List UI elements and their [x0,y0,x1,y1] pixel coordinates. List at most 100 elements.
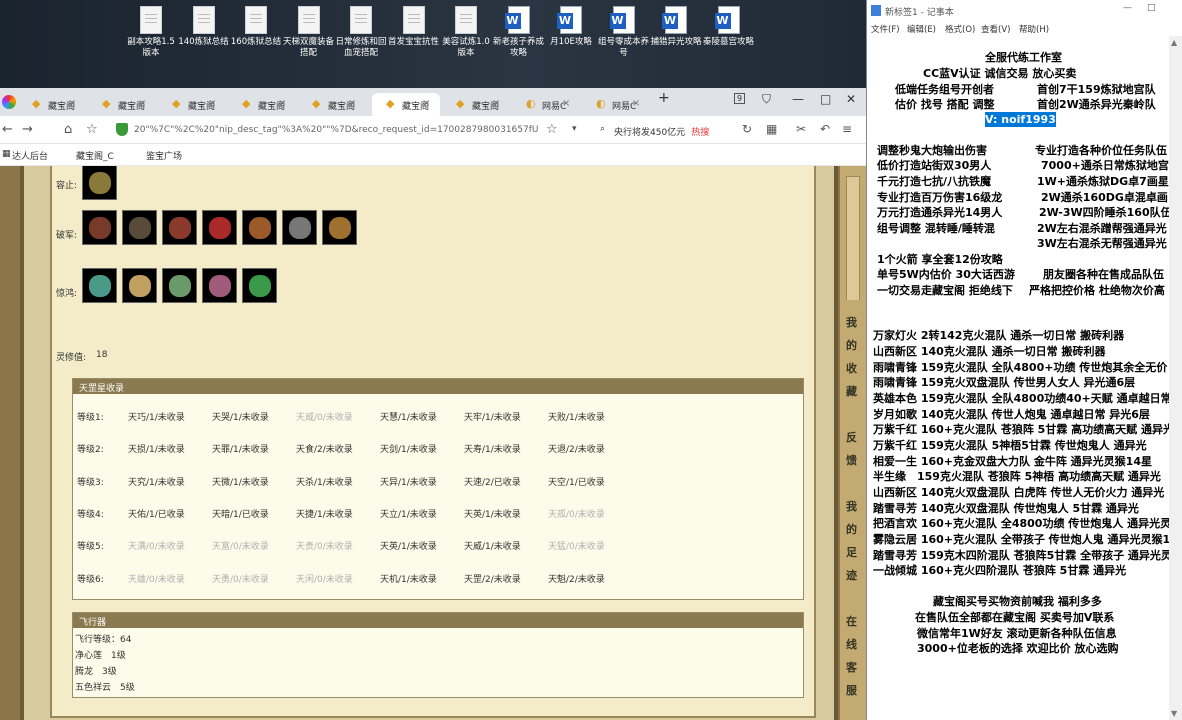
item-slot[interactable] [202,210,237,245]
tab-close-icon[interactable]: × [632,98,640,109]
desktop-icon[interactable]: 天梯双魔装备搭配 [282,6,336,59]
notepad-line: 2W-3W四阶睡杀160队伍 [1039,206,1169,219]
item-slot[interactable] [322,210,357,245]
desktop-icon[interactable]: 秦陵墓宫攻略 [702,6,756,48]
desktop-icon-label: 秦陵墓宫攻略 [702,37,754,47]
chevron-down-icon[interactable]: ▾ [572,124,577,134]
minimize-button[interactable]: — [1123,3,1132,13]
browser-tab[interactable]: ◆ 藏宝阁 × [158,93,226,116]
desktop-icon[interactable]: 160炼狱总结 [229,6,283,48]
new-tab-button[interactable]: + [658,90,670,106]
minimize-button[interactable]: — [792,92,804,106]
bookmark-item[interactable]: 达人后台 [12,149,48,162]
desktop-icon[interactable]: 副本攻略1.5版本 [124,6,178,59]
forward-arrow-icon[interactable]: → [22,122,33,137]
item-slot[interactable] [202,268,237,303]
bookmark-star-icon[interactable]: ☆ [86,122,98,137]
star-cell: 天空/1/已收录 [548,477,605,488]
browser-tab[interactable]: ◐ 网易C × [512,93,580,116]
notepad-line: 山西新区 140克火混队 通杀一切日常 搬砖利器 [873,345,1106,358]
desktop-icon[interactable]: 首发宝宝抗性 [387,6,441,48]
notepad-line: 万紫千红 159克火混队 5神梧5甘霖 传世炮鬼人 通异光 [873,439,1147,452]
text-file-icon [350,6,372,34]
notepad-textarea[interactable]: 全服代练工作室 CC蓝V认证 诚信交易 放心买卖 低端任务组号开创者 首创7干159炼… [867,36,1169,720]
item-slot[interactable] [162,268,197,303]
maximize-button[interactable]: □ [1147,3,1156,13]
tab-close-icon[interactable]: × [138,98,146,109]
desktop-icon-label: 美容试炼1.0版本 [442,37,490,58]
desktop-icon[interactable]: 美容试炼1.0版本 [439,6,493,59]
word-file-icon [557,6,582,34]
tab-count-badge[interactable]: 9 [734,93,746,104]
desktop-icon[interactable]: 捕猎异光攻略 [649,6,703,48]
tab-close-icon[interactable]: × [422,98,430,109]
close-button[interactable]: ✕ [846,92,856,106]
browser-tab[interactable]: ◆ 藏宝阁 × [372,93,440,116]
desktop-icon[interactable]: 140炼狱总结 [177,6,231,48]
back-arrow-icon[interactable]: ← [2,122,13,137]
notepad-line: 半生缘 159克火混队 苍狼阵 5神梧 高功绩高天赋 通异光 [873,470,1161,483]
hot-search-badge[interactable]: 热搜 [691,128,709,138]
side-float-menu[interactable]: 我的收藏反馈我的足迹在线客服 [840,300,866,720]
side-menu-char: 足 [846,546,857,559]
star-icon[interactable]: ☆ [546,122,558,137]
desktop-icon[interactable]: 组号零成本养号 [597,6,651,59]
tab-close-icon[interactable]: × [208,98,216,109]
browser-tab[interactable]: ◆ 藏宝阁 × [18,93,86,116]
tab-close-icon[interactable]: × [562,98,570,109]
rong-zhi-label: 容止: [56,181,78,191]
flight-line: 五色祥云 5级 [75,683,135,693]
maximize-button[interactable]: □ [820,92,831,106]
notepad-menu-item[interactable]: 编辑(E) [907,23,936,35]
browser-tab[interactable]: ◆ 藏宝阁 × [228,93,296,116]
refresh-icon[interactable]: ↻ [742,122,752,136]
browser-tab[interactable]: ◆ 藏宝阁 × [88,93,156,116]
item-slot[interactable] [282,210,317,245]
tab-close-icon[interactable]: × [348,98,356,109]
star-cell: 天寿/1/未收录 [464,445,521,456]
search-text: 央行将发450亿元 [614,128,686,138]
notepad-menu-item[interactable]: 文件(F) [871,23,900,35]
browser-logo-icon[interactable] [2,95,16,109]
address-bar[interactable]: 20"%7C"%2C%20"nip_desc_tag"%3A%20""%7D&r… [108,120,540,140]
page-content: 容止: 破军: 惊鸿: 灵修值: 18 天罡星收录 等级1: 天巧/1/未收录 天哭… [0,166,866,720]
side-menu-char: 客 [846,661,857,674]
undo-icon[interactable]: ↶ [820,122,830,136]
tab-close-icon[interactable]: × [492,98,500,109]
browser-tab[interactable]: ◐ 网易C × [582,93,650,116]
browser-tab[interactable]: ◆ 藏宝阁 × [442,93,510,116]
item-slot[interactable] [122,210,157,245]
star-cell: 天异/1/未收录 [380,477,437,488]
item-slot[interactable] [82,166,117,200]
desktop-icon[interactable]: 月10E攻略 [544,6,598,48]
tab-close-icon[interactable]: × [278,98,286,109]
bookmark-item[interactable]: 鉴宝广场 [146,149,182,162]
bookmark-apps-icon[interactable]: ▦ [2,149,11,159]
item-slot[interactable] [82,210,117,245]
menu-icon[interactable]: ≡ [842,122,852,136]
scissors-icon[interactable]: ✂ [796,122,806,136]
home-icon[interactable]: ⌂ [64,122,72,137]
desktop-icon[interactable]: 日常修炼和回血宠搭配 [334,6,388,59]
notepad-scrollbar[interactable]: ▲ ▼ [1169,36,1182,720]
notepad-menu-item[interactable]: 查看(V) [981,23,1010,35]
tab-close-icon[interactable]: × [68,98,76,109]
apps-icon[interactable]: ▦ [766,122,777,136]
item-slot[interactable] [242,268,277,303]
search-box[interactable]: ⌕ 央行将发450亿元 热搜 [596,120,734,140]
item-slot[interactable] [162,210,197,245]
item-slot[interactable] [82,268,117,303]
cbg-icon: ◆ [32,97,41,110]
notepad-menu-item[interactable]: 帮助(H) [1019,23,1049,35]
item-slot[interactable] [242,210,277,245]
shirt-icon[interactable]: ⛉ [762,92,771,107]
star-cell: 天暗/1/已收录 [212,509,269,520]
desktop-icon[interactable]: 新老孩子养成攻略 [492,6,546,59]
notepad-line: V: noif1993 [985,112,1056,127]
bookmark-item[interactable]: 藏宝阁_C [76,149,114,162]
notepad-line: 估价 找号 搭配 调整 [895,98,995,111]
item-slot[interactable] [122,268,157,303]
notepad-menu-item[interactable]: 格式(O) [945,23,975,35]
notepad-line: 朋友圈各种在售成品队伍 [1043,268,1164,281]
browser-tab[interactable]: ◆ 藏宝阁 × [298,93,366,116]
